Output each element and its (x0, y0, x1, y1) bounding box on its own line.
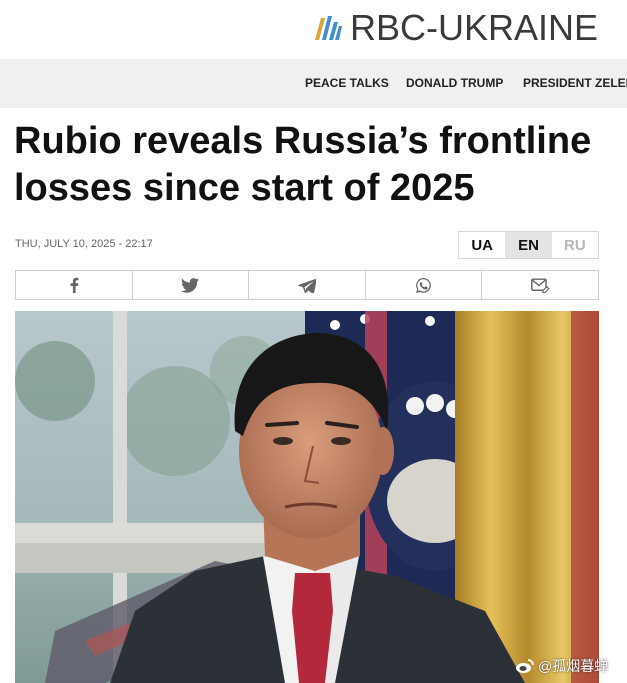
twitter-icon (181, 277, 200, 293)
rbc-ukraine-logo-mark-icon (315, 16, 342, 40)
nav-item-president-zelensky[interactable]: PRESIDENT ZELENS (523, 76, 627, 90)
share-whatsapp-button[interactable] (366, 271, 483, 299)
article-headline: Rubio reveals Russia’s frontline losses … (14, 120, 592, 209)
share-bar (15, 270, 599, 300)
watermark-text: @孤烟暮蝉 (538, 658, 609, 674)
topic-nav: PEACE TALKS DONALD TRUMP PRESIDENT ZELEN… (0, 59, 627, 108)
language-ua-button[interactable]: UA (459, 232, 505, 258)
facebook-icon (70, 277, 79, 293)
language-switcher: UA EN RU (458, 231, 599, 259)
nav-item-donald-trump[interactable]: DONALD TRUMP (406, 76, 503, 90)
share-telegram-button[interactable] (249, 271, 366, 299)
whatsapp-icon (416, 277, 431, 293)
site-logo[interactable]: RBC-UKRAINE (313, 8, 598, 48)
nav-item-peace-talks[interactable]: PEACE TALKS (305, 76, 389, 90)
article-dateline: THU, JULY 10, 2025 - 22:17 (15, 238, 153, 250)
telegram-icon (298, 278, 316, 293)
weibo-icon (516, 659, 534, 673)
language-ru-button: RU (563, 236, 586, 254)
weibo-watermark: @孤烟暮蝉 (515, 656, 608, 676)
language-en-button[interactable]: EN (505, 232, 552, 258)
share-facebook-button[interactable] (16, 271, 133, 299)
article-photo-image (15, 311, 599, 683)
email-icon (530, 277, 550, 293)
share-twitter-button[interactable] (133, 271, 250, 299)
site-header: RBC-UKRAINE (0, 0, 627, 58)
article-photo (15, 311, 599, 683)
site-name: RBC-UKRAINE (350, 7, 599, 48)
share-email-button[interactable] (482, 271, 598, 299)
